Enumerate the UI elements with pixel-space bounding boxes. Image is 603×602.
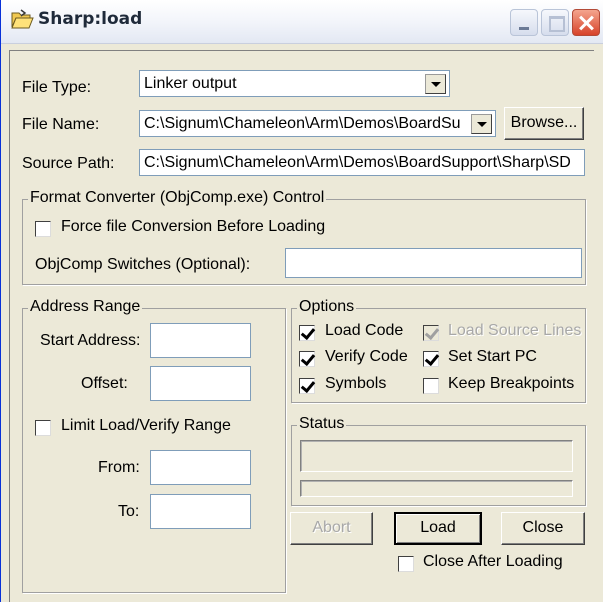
chevron-down-icon[interactable] — [471, 114, 492, 134]
file-type-value: Linker output — [144, 75, 237, 92]
to-input[interactable] — [150, 494, 251, 529]
dialog-client-area: File Type: Linker output File Name: C:\S… — [9, 50, 594, 602]
abort-button: Abort — [290, 512, 373, 545]
file-type-dropdown[interactable]: Linker output — [139, 70, 450, 97]
minimize-button[interactable] — [510, 9, 538, 36]
objcomp-switches-label: ObjComp Switches (Optional): — [35, 256, 251, 273]
options-group: Options Load Code Load Source Lines Veri… — [291, 298, 586, 403]
source-path-input[interactable]: C:\Signum\Chameleon\Arm\Demos\BoardSuppo… — [139, 149, 585, 176]
options-group-title: Options — [297, 298, 357, 316]
status-group: Status — [291, 415, 586, 506]
status-text-field — [300, 440, 573, 472]
offset-label: Offset: — [81, 375, 128, 392]
from-label: From: — [98, 459, 140, 476]
verify-code-checkbox[interactable] — [299, 351, 315, 367]
maximize-button[interactable] — [541, 9, 569, 36]
browse-button[interactable]: Browse... — [504, 107, 584, 140]
address-range-group: Address Range Start Address: Offset: Lim… — [22, 298, 286, 593]
file-name-label: File Name: — [22, 116, 100, 133]
symbols-label[interactable]: Symbols — [325, 375, 386, 393]
start-address-label: Start Address: — [40, 332, 141, 349]
source-path-label: Source Path: — [22, 155, 115, 172]
start-address-input[interactable] — [150, 323, 251, 358]
chevron-down-icon[interactable] — [425, 74, 446, 94]
close-button[interactable]: Close — [501, 512, 585, 545]
to-label: To: — [118, 503, 140, 520]
load-source-lines-checkbox — [423, 325, 439, 341]
dialog-window: Sharp:load File Type: Linker output File… — [0, 0, 603, 602]
offset-input[interactable] — [150, 366, 251, 401]
status-group-title: Status — [297, 415, 347, 433]
progress-bar — [300, 480, 573, 497]
title-bar[interactable]: Sharp:load — [1, 0, 603, 44]
symbols-checkbox[interactable] — [299, 378, 315, 394]
window-title: Sharp:load — [38, 9, 143, 29]
close-window-button[interactable] — [572, 9, 600, 36]
verify-code-label[interactable]: Verify Code — [325, 348, 408, 366]
load-code-label[interactable]: Load Code — [325, 322, 403, 340]
folder-open-icon — [11, 9, 34, 29]
format-converter-group-title: Format Converter (ObjComp.exe) Control — [28, 189, 327, 207]
keep-breakpoints-checkbox[interactable] — [423, 378, 439, 394]
close-after-loading-label[interactable]: Close After Loading — [423, 553, 563, 571]
address-range-group-title: Address Range — [28, 298, 143, 316]
force-conversion-label[interactable]: Force file Conversion Before Loading — [61, 218, 325, 236]
set-start-pc-checkbox[interactable] — [423, 351, 439, 367]
file-name-value: C:\Signum\Chameleon\Arm\Demos\BoardSu — [144, 115, 461, 132]
force-conversion-checkbox[interactable] — [35, 221, 51, 237]
objcomp-switches-input[interactable] — [285, 248, 582, 278]
close-after-loading-checkbox[interactable] — [398, 556, 414, 572]
load-source-lines-label: Load Source Lines — [448, 322, 582, 339]
keep-breakpoints-label[interactable]: Keep Breakpoints — [448, 375, 574, 393]
load-button[interactable]: Load — [394, 512, 482, 545]
file-name-combobox[interactable]: C:\Signum\Chameleon\Arm\Demos\BoardSu — [139, 110, 496, 137]
format-converter-group: Format Converter (ObjComp.exe) Control F… — [22, 189, 586, 285]
limit-range-label[interactable]: Limit Load/Verify Range — [61, 417, 231, 435]
load-code-checkbox[interactable] — [299, 325, 315, 341]
set-start-pc-label[interactable]: Set Start PC — [448, 348, 537, 366]
file-type-label: File Type: — [22, 79, 92, 96]
limit-range-checkbox[interactable] — [35, 420, 51, 436]
from-input[interactable] — [150, 450, 251, 485]
